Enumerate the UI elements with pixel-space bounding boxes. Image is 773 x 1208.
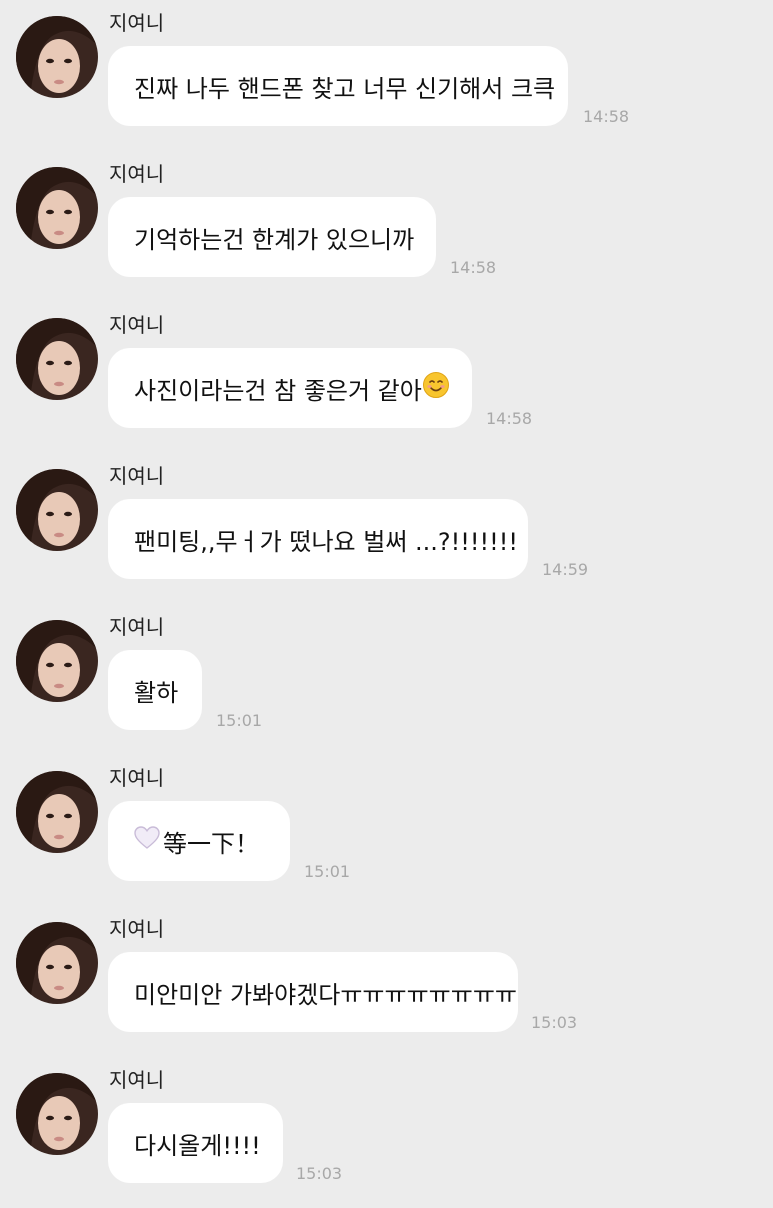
profile-photo-icon xyxy=(16,1073,98,1155)
avatar[interactable] xyxy=(16,620,98,702)
message-timestamp: 15:03 xyxy=(531,1013,578,1032)
profile-photo-icon xyxy=(16,318,98,400)
message-bubble[interactable]: 다시올게!!!! xyxy=(108,1103,283,1183)
smiling-face-emoji-icon xyxy=(422,371,450,405)
message-row: 지여니 다시올게!!!! 15:03 xyxy=(0,1057,773,1208)
message-bubble[interactable]: 기억하는건 한계가 있으니까 xyxy=(108,197,436,277)
avatar[interactable] xyxy=(16,469,98,551)
white-heart-emoji-icon xyxy=(134,826,160,856)
message-text: 사진이라는건 참 좋은거 같아 xyxy=(134,376,422,405)
message-bubble[interactable]: 진짜 나두 핸드폰 찾고 너무 신기해서 크큭 xyxy=(108,46,568,126)
message-timestamp: 14:58 xyxy=(583,107,630,126)
avatar[interactable] xyxy=(16,771,98,853)
sender-name: 지여니 xyxy=(109,313,165,337)
profile-photo-icon xyxy=(16,922,98,1004)
message-row: 지여니 진짜 나두 핸드폰 찾고 너무 신기해서 크큭 14:58 xyxy=(0,0,773,151)
message-text: 等一下！ xyxy=(163,829,259,858)
avatar[interactable] xyxy=(16,16,98,98)
message-text: 다시올게!!!! xyxy=(134,1131,261,1160)
message-text: 활하 xyxy=(134,678,179,707)
message-bubble[interactable]: 사진이라는건 참 좋은거 같아 xyxy=(108,348,472,428)
message-row: 지여니 팬미팅,,무ㅓ가 떴나요 벌써 ...?!!!!!!! 14:59 xyxy=(0,453,773,604)
sender-name: 지여니 xyxy=(109,11,165,35)
message-timestamp: 14:59 xyxy=(542,560,589,579)
profile-photo-icon xyxy=(16,16,98,98)
avatar[interactable] xyxy=(16,318,98,400)
message-timestamp: 15:03 xyxy=(296,1164,343,1183)
sender-name: 지여니 xyxy=(109,464,165,488)
message-bubble[interactable]: 미안미안 가봐야겠다ㅠㅠㅠㅠㅠㅠㅠㅠ xyxy=(108,952,518,1032)
profile-photo-icon xyxy=(16,620,98,702)
message-text: 미안미안 가봐야겠다ㅠㅠㅠㅠㅠㅠㅠㅠ xyxy=(134,980,517,1009)
message-bubble[interactable]: 等一下！ xyxy=(108,801,290,881)
avatar[interactable] xyxy=(16,167,98,249)
message-timestamp: 15:01 xyxy=(216,711,263,730)
sender-name: 지여니 xyxy=(109,917,165,941)
message-row: 지여니 等一下！ 15:01 xyxy=(0,755,773,906)
sender-name: 지여니 xyxy=(109,766,165,790)
profile-photo-icon xyxy=(16,167,98,249)
message-row: 지여니 미안미안 가봐야겠다ㅠㅠㅠㅠㅠㅠㅠㅠ 15:03 xyxy=(0,906,773,1057)
message-timestamp: 15:01 xyxy=(304,862,351,881)
message-timestamp: 14:58 xyxy=(486,409,533,428)
message-timestamp: 14:58 xyxy=(450,258,497,277)
message-row: 지여니 기억하는건 한계가 있으니까 14:58 xyxy=(0,151,773,302)
message-row: 지여니 활하 15:01 xyxy=(0,604,773,755)
avatar[interactable] xyxy=(16,1073,98,1155)
sender-name: 지여니 xyxy=(109,162,165,186)
message-row: 지여니 사진이라는건 참 좋은거 같아 14:58 xyxy=(0,302,773,453)
message-bubble[interactable]: 팬미팅,,무ㅓ가 떴나요 벌써 ...?!!!!!!! xyxy=(108,499,528,579)
message-text: 기억하는건 한계가 있으니까 xyxy=(134,225,415,254)
avatar[interactable] xyxy=(16,922,98,1004)
profile-photo-icon xyxy=(16,771,98,853)
sender-name: 지여니 xyxy=(109,615,165,639)
chat-thread: 지여니 진짜 나두 핸드폰 찾고 너무 신기해서 크큭 14:58 지여니 기억… xyxy=(0,0,773,1200)
message-bubble[interactable]: 활하 xyxy=(108,650,202,730)
profile-photo-icon xyxy=(16,469,98,551)
sender-name: 지여니 xyxy=(109,1068,165,1092)
message-text: 진짜 나두 핸드폰 찾고 너무 신기해서 크큭 xyxy=(134,74,556,103)
message-text: 팬미팅,,무ㅓ가 떴나요 벌써 ...?!!!!!!! xyxy=(134,527,518,556)
